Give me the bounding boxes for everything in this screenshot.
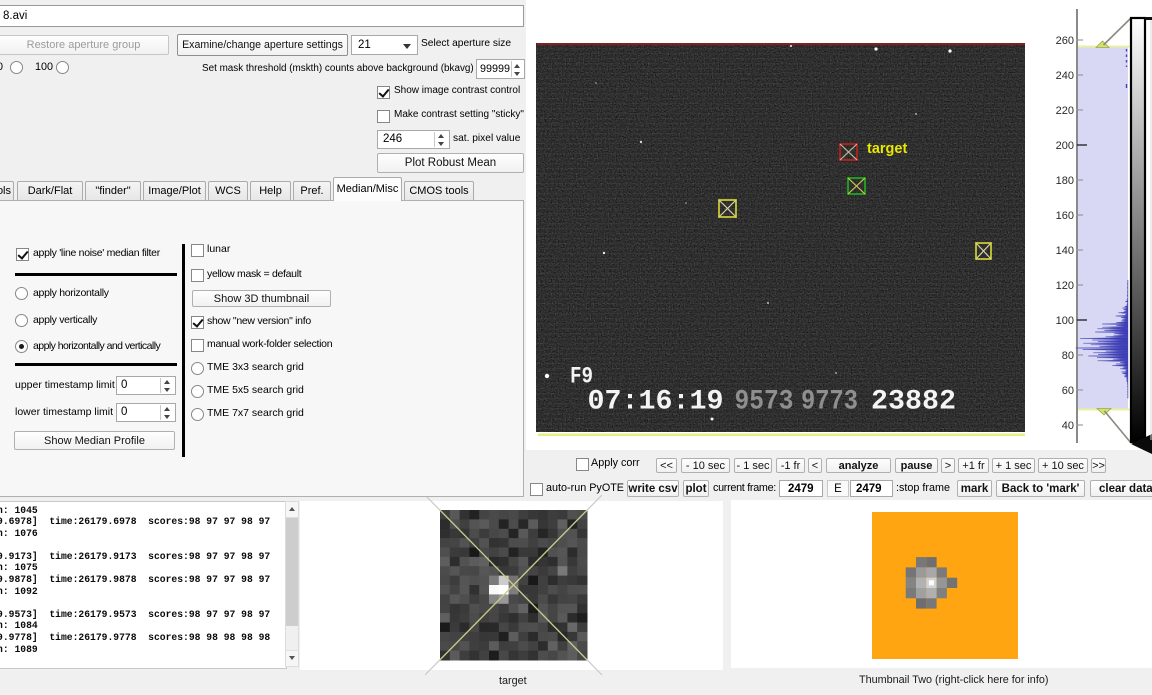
svg-text:240: 240: [1056, 70, 1074, 82]
svg-text:40: 40: [1062, 420, 1074, 432]
svg-text:9773: 9773: [801, 387, 858, 418]
svg-text:9573: 9573: [735, 387, 794, 418]
svg-text:60: 60: [1062, 385, 1074, 397]
svg-text:120: 120: [1056, 280, 1074, 292]
svg-text:target: target: [867, 141, 907, 157]
svg-text:07:16:19: 07:16:19: [588, 387, 724, 418]
svg-text:260: 260: [1056, 35, 1074, 47]
svg-text:160: 160: [1056, 210, 1074, 222]
svg-text:180: 180: [1056, 175, 1074, 187]
svg-text:23882: 23882: [871, 387, 956, 418]
svg-text:200: 200: [1056, 140, 1074, 152]
svg-text:80: 80: [1062, 350, 1074, 362]
svg-text:220: 220: [1056, 105, 1074, 117]
svg-text:140: 140: [1056, 245, 1074, 257]
svg-text:100: 100: [1056, 315, 1074, 327]
